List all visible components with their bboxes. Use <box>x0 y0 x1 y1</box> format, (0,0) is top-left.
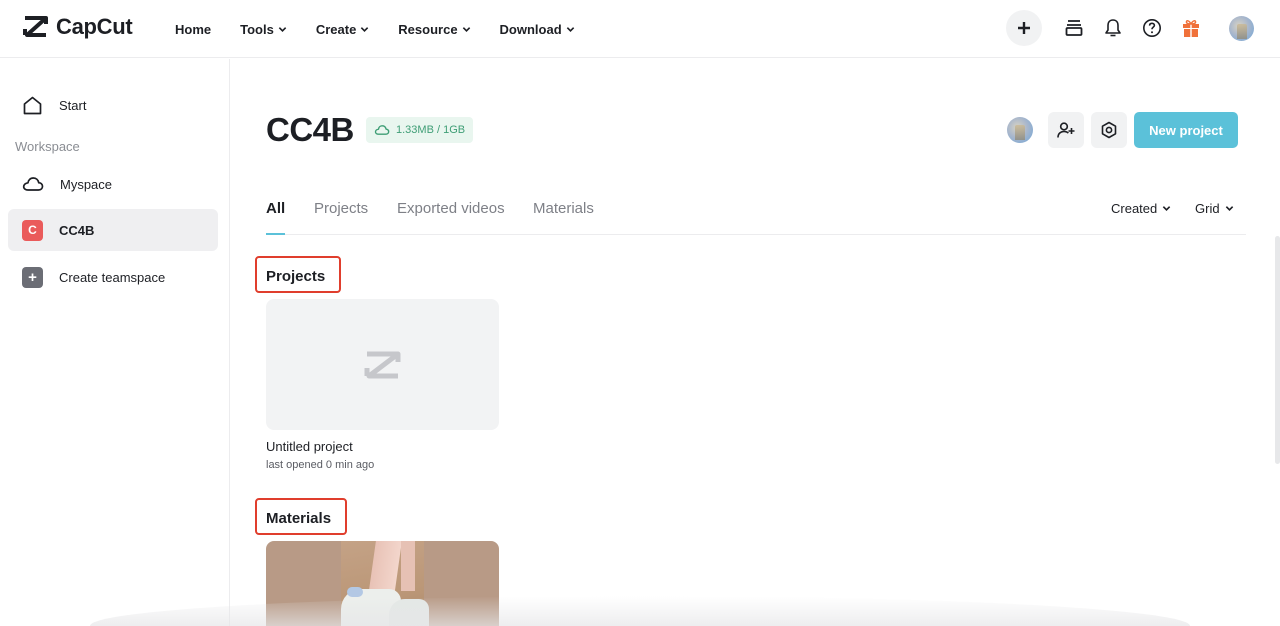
top-navigation-bar: CapCut Home Tools Create Resource Downlo… <box>0 0 1280 58</box>
sidebar-item-label: CC4B <box>59 222 95 238</box>
page-title: CC4B <box>266 111 354 148</box>
nav-tools[interactable]: Tools <box>240 22 287 37</box>
project-card-subtitle: last opened 0 min ago <box>266 459 375 471</box>
cloud-icon <box>374 125 390 135</box>
capcut-placeholder-icon <box>364 351 400 378</box>
tab-projects[interactable]: Projects <box>314 200 368 217</box>
main-content: CC4B 1.33MB / 1GB New project All Projec… <box>231 59 1280 626</box>
sidebar-item-create-teamspace[interactable]: + Create teamspace <box>8 256 218 298</box>
chevron-down-icon <box>1225 206 1233 211</box>
project-card-thumbnail[interactable] <box>266 299 499 430</box>
material-image-detail <box>401 541 415 591</box>
material-image-detail <box>347 587 363 597</box>
sort-order-label: Created <box>1111 201 1158 216</box>
help-button[interactable] <box>1141 17 1163 39</box>
nav-download-label: Download <box>499 21 562 37</box>
nav-home[interactable]: Home <box>175 22 211 37</box>
settings-hexagon-icon <box>1101 121 1117 139</box>
plus-icon: + <box>22 266 43 288</box>
new-project-button[interactable]: New project <box>1134 112 1238 148</box>
add-user-icon <box>1057 122 1075 138</box>
sort-order-dropdown[interactable]: Created <box>1111 201 1171 216</box>
layers-button[interactable] <box>1063 17 1085 39</box>
chevron-down-icon <box>278 26 287 32</box>
user-avatar[interactable] <box>1229 16 1254 41</box>
storage-usage-text: 1.33MB / 1GB <box>396 124 466 136</box>
tab-all[interactable]: All <box>266 200 285 217</box>
tab-materials[interactable]: Materials <box>533 200 594 217</box>
notifications-button[interactable] <box>1102 17 1124 39</box>
gift-button[interactable] <box>1180 17 1202 39</box>
material-image-detail <box>389 599 429 626</box>
invite-member-button[interactable] <box>1048 112 1084 148</box>
nav-home-label: Home <box>175 21 212 37</box>
sidebar-item-start[interactable]: Start <box>8 84 218 126</box>
sidebar: Start Workspace Myspace C CC4B + Create … <box>0 59 230 626</box>
sidebar-item-label: Myspace <box>60 176 113 192</box>
nav-download[interactable]: Download <box>500 22 575 37</box>
active-tab-indicator <box>266 233 285 235</box>
sidebar-item-cc4b[interactable]: C CC4B <box>8 209 218 251</box>
nav-create-label: Create <box>315 21 357 37</box>
projects-section-title: Projects <box>266 268 326 285</box>
chevron-down-icon <box>361 26 369 32</box>
help-icon <box>1143 19 1161 37</box>
nav-resource[interactable]: Resource <box>398 22 470 37</box>
material-card-thumbnail[interactable] <box>266 541 499 626</box>
sidebar-item-label: Start <box>59 97 87 113</box>
material-video-frame <box>341 541 429 626</box>
gift-icon <box>1183 20 1199 37</box>
sidebar-item-myspace[interactable]: Myspace <box>8 163 218 205</box>
storage-badge[interactable]: 1.33MB / 1GB <box>366 117 474 143</box>
chevron-down-icon <box>462 26 470 32</box>
content-tabs: All Projects Exported videos Materials C… <box>266 189 1246 235</box>
chevron-down-icon <box>1163 206 1171 211</box>
plus-icon <box>1018 22 1030 34</box>
workspace-section-label: Workspace <box>15 139 80 154</box>
project-card-title[interactable]: Untitled project <box>266 439 353 454</box>
home-icon <box>23 96 42 114</box>
capcut-logo-icon <box>23 16 48 37</box>
nav-resource-label: Resource <box>398 21 458 37</box>
main-nav: Home Tools Create Resource Download <box>175 0 604 58</box>
nav-tools-label: Tools <box>240 21 274 37</box>
app-name: CapCut <box>56 14 133 39</box>
nav-create[interactable]: Create <box>316 22 369 37</box>
view-mode-dropdown[interactable]: Grid <box>1195 201 1234 216</box>
member-avatar[interactable] <box>1007 117 1033 143</box>
cloud-icon <box>22 177 44 191</box>
capcut-logo[interactable]: CapCut <box>22 14 133 40</box>
workspace-badge: C <box>22 219 43 241</box>
bell-icon <box>1105 19 1121 37</box>
view-mode-label: Grid <box>1195 201 1220 216</box>
create-plus-button[interactable] <box>1006 10 1042 46</box>
page-scrollbar[interactable] <box>1275 236 1280 464</box>
tab-exported-videos[interactable]: Exported videos <box>397 200 505 217</box>
layers-icon <box>1065 20 1083 36</box>
workspace-settings-button[interactable] <box>1091 112 1127 148</box>
sidebar-item-label: Create teamspace <box>59 269 166 285</box>
chevron-down-icon <box>566 26 574 32</box>
materials-section-title: Materials <box>266 510 332 527</box>
